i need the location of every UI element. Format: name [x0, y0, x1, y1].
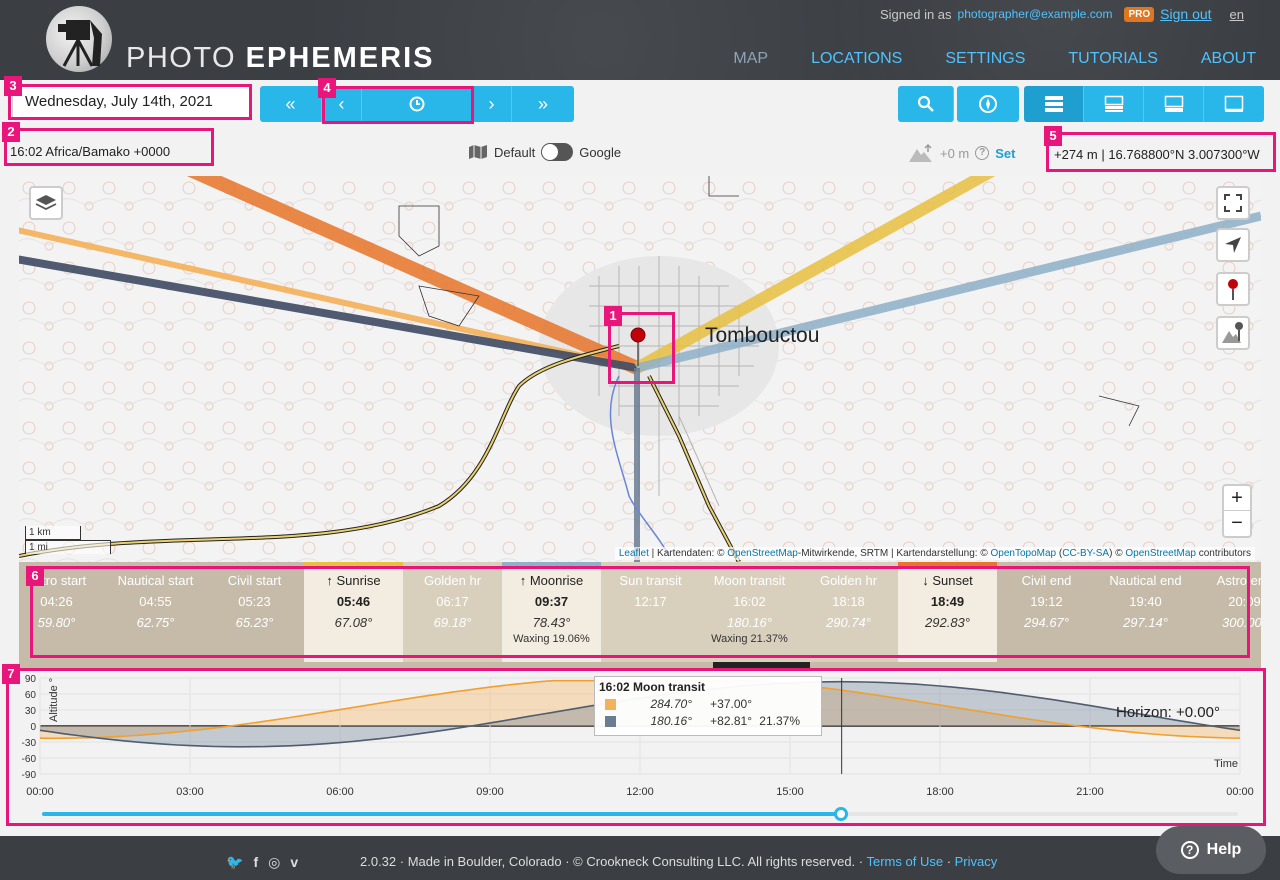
- annotation-label-4: 4: [318, 78, 336, 98]
- scale-km: 1 km: [25, 526, 81, 540]
- layout-map-chart-button[interactable]: [1144, 86, 1204, 122]
- layout-map-chart-icon: [1164, 95, 1183, 112]
- layout-map-events-icon: [1104, 95, 1123, 112]
- double-chevron-right-icon: »: [537, 93, 548, 114]
- copyright-text: 2.0.32 · Made in Boulder, Colorado · © C…: [360, 854, 998, 869]
- layout-map-only-button[interactable]: [1204, 86, 1264, 122]
- facebook-icon[interactable]: f: [253, 854, 258, 871]
- annotation-box-5: [1046, 132, 1276, 172]
- nav-locations[interactable]: LOCATIONS: [811, 50, 902, 68]
- attribution-text: -Mitwirkende, SRTM | Kartendarstellung: …: [797, 548, 991, 559]
- app-header: PHOTO EPHEMERIS Signed in as photographe…: [0, 0, 1280, 80]
- mountain-elevation-icon: [909, 143, 932, 162]
- double-chevron-left-icon: «: [285, 93, 296, 114]
- compass-icon: [979, 95, 997, 113]
- map-default-label: Default: [494, 144, 536, 160]
- help-circle-icon[interactable]: ?: [975, 146, 990, 160]
- zoom-in-button[interactable]: +: [1224, 486, 1250, 511]
- attribution-text: contributors: [1195, 548, 1251, 559]
- pro-badge: PRO: [1124, 6, 1155, 22]
- nav-settings[interactable]: SETTINGS: [945, 50, 1025, 68]
- search-icon: [917, 95, 934, 112]
- navigation-arrow-icon: [1225, 237, 1241, 253]
- annotation-box-4: [322, 86, 474, 124]
- osm-contributors-link[interactable]: OpenStreetMap: [1125, 548, 1196, 559]
- nav-tutorials[interactable]: TUTORIALS: [1068, 50, 1158, 68]
- layout-buttons: [1024, 86, 1264, 122]
- annotation-box-7: [6, 668, 1266, 826]
- signed-in-label: Signed in as: [879, 6, 952, 22]
- zoom-control: + −: [1222, 484, 1252, 538]
- leaflet-link[interactable]: Leaflet: [619, 548, 649, 559]
- annotation-box-6: [30, 566, 1250, 658]
- elevation-offset-value: +0 m: [940, 145, 970, 161]
- elevation-offset-group: +0 m ? Set: [908, 143, 1016, 163]
- annotation-box-3: [8, 84, 252, 120]
- layout-map-only-icon: [1224, 95, 1244, 112]
- map-icon: [469, 145, 487, 159]
- map-source-toggle-group: Default Google: [468, 143, 621, 161]
- layout-map-events-button[interactable]: [1084, 86, 1144, 122]
- help-button[interactable]: ? Help: [1156, 826, 1266, 874]
- map-source-toggle[interactable]: [541, 143, 574, 161]
- set-elevation-link[interactable]: Set: [995, 146, 1015, 161]
- terms-link[interactable]: Terms of Use: [867, 854, 944, 869]
- annotation-label-1: 1: [604, 306, 622, 326]
- logo-text[interactable]: PHOTO EPHEMERIS: [126, 42, 434, 75]
- locate-button[interactable]: [1216, 228, 1250, 262]
- twitter-icon[interactable]: 🐦: [226, 854, 243, 871]
- sign-out-link[interactable]: Sign out: [1160, 6, 1211, 22]
- search-button[interactable]: [898, 86, 954, 122]
- help-icon: ?: [1180, 841, 1199, 859]
- mountain-pin-icon: [1222, 322, 1243, 343]
- logo-camera-icon[interactable]: [46, 6, 112, 72]
- cc-by-sa-link[interactable]: CC-BY-SA: [1062, 548, 1109, 559]
- fullscreen-icon: [1224, 194, 1242, 212]
- map-scale: 1 km 1 mi: [25, 526, 111, 554]
- copyright-line: 2.0.32 · Made in Boulder, Colorado · © C…: [360, 854, 864, 869]
- annotation-label-7: 7: [2, 664, 20, 684]
- annotation-label-6: 6: [26, 566, 44, 586]
- annotation-box-2: [4, 128, 214, 166]
- fullscreen-button[interactable]: [1216, 186, 1250, 220]
- chevron-right-icon: ›: [488, 93, 495, 114]
- layout-full-button[interactable]: [1024, 86, 1084, 122]
- secondary-pin-button[interactable]: [1216, 316, 1250, 350]
- nav-map[interactable]: MAP: [733, 50, 768, 68]
- pin-icon: [1228, 279, 1238, 300]
- instagram-icon[interactable]: ◎: [268, 854, 280, 871]
- compass-button[interactable]: [957, 86, 1019, 122]
- vimeo-icon[interactable]: v: [290, 854, 298, 871]
- main-nav: MAP LOCATIONS SETTINGS TUTORIALS ABOUT: [690, 50, 1256, 68]
- map-google-label: Google: [579, 144, 622, 160]
- account-bar: Signed in as photographer@example.com PR…: [880, 6, 1244, 22]
- annotation-label-3: 3: [4, 76, 22, 96]
- attribution-text: ) ©: [1109, 548, 1126, 559]
- layers-button[interactable]: [29, 186, 63, 220]
- opentopomap-link[interactable]: OpenTopoMap: [991, 548, 1057, 559]
- help-label: Help: [1206, 841, 1242, 858]
- language-link[interactable]: en: [1230, 7, 1244, 22]
- map-tool-buttons: [898, 86, 1019, 122]
- zoom-out-button[interactable]: −: [1224, 511, 1250, 536]
- map-attribution: Leaflet | Kartendaten: © OpenStreetMap-M…: [614, 547, 1255, 560]
- annotation-label-5: 5: [1044, 126, 1062, 146]
- nav-about[interactable]: ABOUT: [1201, 50, 1256, 68]
- scale-mi: 1 mi: [25, 540, 111, 554]
- next-event-button[interactable]: ›: [472, 86, 512, 122]
- attribution-text: | Kartendaten: ©: [648, 548, 728, 559]
- map-city-label: Tombouctou: [705, 324, 820, 347]
- annotation-label-2: 2: [2, 122, 20, 142]
- user-email-link[interactable]: photographer@example.com: [958, 7, 1113, 21]
- app-footer: 🐦 f ◎ v 2.0.32 · Made in Boulder, Colora…: [0, 836, 1280, 880]
- layout-full-icon: [1044, 96, 1063, 112]
- privacy-link[interactable]: Privacy: [955, 854, 998, 869]
- social-links: 🐦 f ◎ v: [226, 854, 298, 871]
- next-day-button[interactable]: »: [512, 86, 574, 122]
- layers-icon: [35, 195, 57, 211]
- osm-link[interactable]: OpenStreetMap: [727, 548, 798, 559]
- prev-day-button[interactable]: «: [260, 86, 322, 122]
- drop-pin-button[interactable]: [1216, 272, 1250, 306]
